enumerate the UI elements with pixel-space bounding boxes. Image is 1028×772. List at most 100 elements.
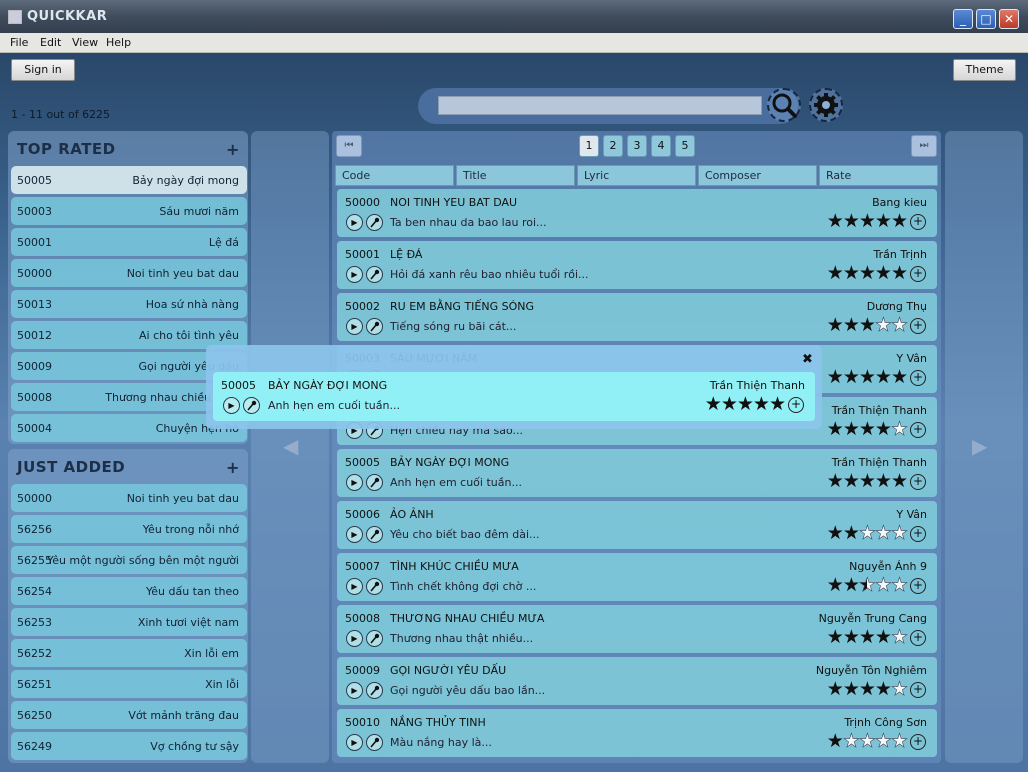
microphone-icon[interactable] xyxy=(366,318,383,335)
last-page-button[interactable]: ⏭ xyxy=(911,135,937,157)
column-header-composer[interactable]: Composer xyxy=(698,165,817,186)
star-icon[interactable]: ★ xyxy=(827,522,844,544)
theme-button[interactable]: Theme xyxy=(953,59,1016,81)
maximize-button[interactable]: □ xyxy=(976,9,996,29)
star-icon[interactable]: ★ xyxy=(891,522,909,544)
star-icon[interactable]: ★ xyxy=(843,366,860,388)
star-icon[interactable]: ★ xyxy=(827,730,844,752)
list-item[interactable]: 50013 Hoa sứ nhà nàng xyxy=(11,290,247,318)
star-icon[interactable]: ★ xyxy=(875,314,893,336)
just-added-add-button[interactable]: + xyxy=(226,458,239,477)
microphone-icon[interactable] xyxy=(366,734,383,751)
star-icon[interactable]: ★ xyxy=(859,626,876,648)
minimize-button[interactable]: _ xyxy=(953,9,973,29)
star-icon[interactable]: ★ xyxy=(891,678,909,700)
menu-edit[interactable]: Edit xyxy=(40,36,61,49)
list-item[interactable]: 50000 Noi tinh yeu bat dau xyxy=(11,259,247,287)
star-icon[interactable]: ★ xyxy=(875,678,892,700)
play-icon[interactable]: ▶ xyxy=(346,266,363,283)
rating-stars[interactable]: ★★★★★ xyxy=(705,393,786,415)
song-row[interactable]: 50006 ẢO ẢNH Y Vân ▶ Yêu cho biết bao đêm dà… xyxy=(337,501,937,549)
star-icon[interactable]: ★ xyxy=(875,262,892,284)
add-icon[interactable]: + xyxy=(910,578,926,594)
menu-view[interactable]: View xyxy=(72,36,98,49)
song-row[interactable]: 50000 NOI TINH YEU BAT DAU Bang kieu ▶ Ta be… xyxy=(337,189,937,237)
microphone-icon[interactable] xyxy=(366,578,383,595)
star-icon[interactable]: ★ xyxy=(843,418,860,440)
play-icon[interactable]: ▶ xyxy=(346,318,363,335)
song-row[interactable]: 50009 GỌI NGƯỜI YÊU DẤU Nguyễn Tôn Nghiêm ▶… xyxy=(337,657,937,705)
star-icon[interactable]: ★ xyxy=(875,210,892,232)
microphone-icon[interactable] xyxy=(366,266,383,283)
star-icon[interactable]: ★ xyxy=(827,314,844,336)
star-icon[interactable]: ★ xyxy=(843,522,860,544)
star-icon[interactable]: ★ xyxy=(859,314,876,336)
add-icon[interactable]: + xyxy=(910,682,926,698)
star-icon[interactable]: ★ xyxy=(891,314,909,336)
sign-in-button[interactable]: Sign in xyxy=(11,59,75,81)
play-icon[interactable]: ▶ xyxy=(346,474,363,491)
previous-arrow-icon[interactable]: ◀ xyxy=(283,434,298,458)
add-icon[interactable]: + xyxy=(910,474,926,490)
list-item[interactable]: 56252 Xin lỗi em xyxy=(11,639,247,667)
list-item[interactable]: 56255 Yêu một người sống bên một người xyxy=(11,546,247,574)
star-icon[interactable]: ★ xyxy=(769,393,786,415)
play-icon[interactable]: ▶ xyxy=(346,682,363,699)
play-icon[interactable]: ▶ xyxy=(346,630,363,647)
star-icon[interactable]: ★ xyxy=(843,730,861,752)
star-icon[interactable]: ★ xyxy=(859,366,876,388)
rating-stars[interactable]: ★★★★★ xyxy=(827,522,909,544)
rating-stars[interactable]: ★★★★★ xyxy=(827,574,909,596)
microphone-icon[interactable] xyxy=(366,630,383,647)
column-header-code[interactable]: Code xyxy=(335,165,454,186)
column-header-title[interactable]: Title xyxy=(456,165,575,186)
settings-button[interactable] xyxy=(809,88,843,122)
page-button-1[interactable]: 1 xyxy=(579,135,599,157)
star-icon[interactable]: ★ xyxy=(827,418,844,440)
star-icon[interactable]: ★ xyxy=(827,470,844,492)
star-icon[interactable]: ★ xyxy=(875,418,892,440)
star-icon[interactable]: ★ xyxy=(705,393,722,415)
add-icon[interactable]: + xyxy=(910,370,926,386)
microphone-icon[interactable] xyxy=(243,397,260,414)
list-item[interactable]: 50003 Sáu mươi năm xyxy=(11,197,247,225)
star-icon[interactable]: ★ xyxy=(875,522,893,544)
star-icon[interactable]: ★ xyxy=(859,730,877,752)
list-item[interactable]: 56256 Yêu trong nỗi nhớ xyxy=(11,515,247,543)
page-button-5[interactable]: 5 xyxy=(675,135,695,157)
first-page-button[interactable]: ⏮ xyxy=(336,135,362,157)
rating-stars[interactable]: ★★★★★ xyxy=(827,262,908,284)
rating-stars[interactable]: ★★★★★ xyxy=(827,730,909,752)
play-icon[interactable]: ▶ xyxy=(346,214,363,231)
star-icon[interactable]: ★ xyxy=(875,626,892,648)
rating-stars[interactable]: ★★★★★ xyxy=(827,366,908,388)
list-item[interactable]: 50000 Noi tinh yeu bat dau xyxy=(11,484,247,512)
add-icon[interactable]: + xyxy=(910,266,926,282)
page-button-3[interactable]: 3 xyxy=(627,135,647,157)
page-button-4[interactable]: 4 xyxy=(651,135,671,157)
popup-close-icon[interactable]: ✖ xyxy=(802,352,813,367)
play-icon[interactable]: ▶ xyxy=(346,734,363,751)
star-icon[interactable]: ★ xyxy=(891,470,908,492)
star-icon[interactable]: ★ xyxy=(859,574,877,596)
star-icon[interactable]: ★ xyxy=(827,574,844,596)
add-icon[interactable]: + xyxy=(910,734,926,750)
rating-stars[interactable]: ★★★★★ xyxy=(827,678,909,700)
song-row[interactable]: 50005 BẢY NGÀY ĐỢI MONG Trần Thiện Thanh ▶ A… xyxy=(337,449,937,497)
star-icon[interactable]: ★ xyxy=(891,366,908,388)
star-icon[interactable]: ★ xyxy=(843,678,860,700)
star-icon[interactable]: ★ xyxy=(891,574,909,596)
microphone-icon[interactable] xyxy=(366,214,383,231)
list-item[interactable]: 56249 Vợ chồng tư sậy xyxy=(11,732,247,760)
rating-stars[interactable]: ★★★★★ xyxy=(827,314,909,336)
next-arrow-icon[interactable]: ▶ xyxy=(972,434,987,458)
search-button[interactable] xyxy=(767,88,801,122)
add-icon[interactable]: + xyxy=(910,318,926,334)
star-icon[interactable]: ★ xyxy=(843,470,860,492)
microphone-icon[interactable] xyxy=(366,682,383,699)
column-header-rate[interactable]: Rate xyxy=(819,165,938,186)
star-icon[interactable]: ★ xyxy=(843,262,860,284)
star-icon[interactable]: ★ xyxy=(891,626,909,648)
star-icon[interactable]: ★ xyxy=(859,470,876,492)
add-icon[interactable]: + xyxy=(910,422,926,438)
